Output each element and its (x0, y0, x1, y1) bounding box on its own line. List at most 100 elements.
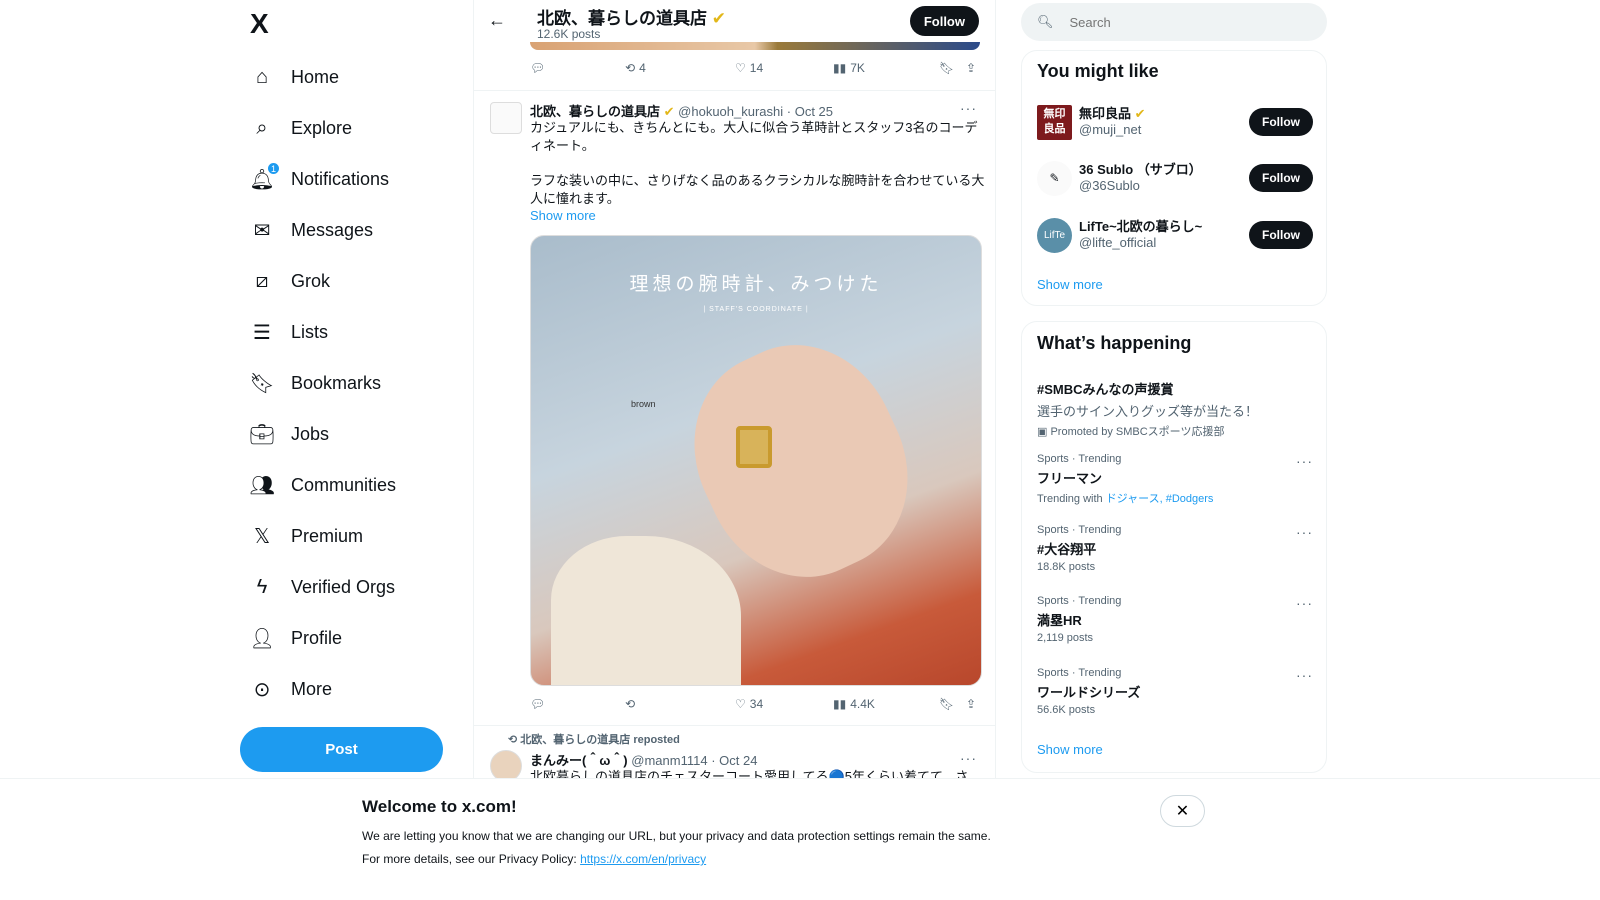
sidebar-item-explore[interactable]: ⌕ Explore (240, 103, 396, 154)
back-arrow-icon[interactable]: ← (488, 10, 506, 31)
sidebar-item-label: Notifications (291, 169, 390, 189)
sidebar-item-verified-orgs[interactable]: ϟ Verified Orgs (240, 562, 396, 613)
promoted-trend[interactable]: #SMBCみんなの声援賞 選手のサイン入りグッズ等が当たる！ ▣ Promote… (1037, 376, 1313, 439)
x-logo[interactable]: X (250, 8, 269, 40)
image-subcaption: | STAFF'S COORDINATE | (703, 306, 809, 313)
tweet-actions: 💬︎ ⟲ 4 ♡ 14 ▮▮ 7K 🔖︎ ⇪ (530, 61, 980, 75)
sidebar-item-label: Grok (291, 271, 331, 291)
sidebar-item-communities[interactable]: 👥︎ Communities (240, 460, 396, 511)
reply-button[interactable]: 💬︎ (530, 697, 625, 711)
follow-button[interactable]: Follow (909, 6, 979, 36)
trend-item[interactable]: Sports · Trending ワールドシリーズ 56.6K posts ·… (1037, 667, 1313, 716)
privacy-link[interactable]: https://x.com/en/privacy (580, 852, 706, 866)
trend-item[interactable]: Sports · Trending #大谷翔平 18.8K posts ··· (1037, 524, 1313, 573)
like-button[interactable]: ♡ 34 (735, 697, 833, 711)
close-button[interactable]: ✕ (1160, 795, 1205, 827)
follow-button[interactable]: Follow (1249, 108, 1313, 136)
tweet-header: 北欧、暮らしの道具店 ✔ @hokuoh_kurashi · Oct 25 (530, 104, 834, 119)
avatar[interactable] (490, 750, 522, 780)
retweet-button[interactable]: ⟲ 4 (625, 61, 735, 75)
grok-icon: ⧄ (255, 270, 269, 292)
person-icon: 👤︎ (249, 628, 275, 650)
bookmark-icon[interactable]: 🔖︎ (939, 697, 966, 711)
banner-title: Welcome to x.com! (362, 797, 517, 816)
bookmark-icon: 🔖︎ (249, 373, 275, 395)
header-image-strip (530, 42, 980, 50)
more-icon[interactable]: ··· (1296, 453, 1313, 469)
sidebar-item-label: Communities (291, 475, 397, 495)
suggested-user[interactable]: 無印 良品 無印良品 ✔ @muji_net Follow (1037, 103, 1313, 143)
post-count: 12.6K posts (537, 27, 601, 41)
promoted-icon: ▣ (1037, 426, 1048, 438)
show-more-link[interactable]: Show more (1037, 277, 1103, 292)
views-button[interactable]: ▮▮ 4.4K (833, 697, 939, 711)
sidebar-item-bookmarks[interactable]: 🔖︎ Bookmarks (240, 358, 396, 409)
trend-item[interactable]: Sports · Trending フリーマン Trending with ドジ… (1037, 453, 1313, 506)
verified-icon: ✔ (711, 9, 726, 28)
sidebar-item-label: Premium (291, 526, 364, 546)
suggested-user[interactable]: LifTe LifTe~北欧の暮らし~ @lifte_official Foll… (1037, 216, 1313, 256)
repost-label: ⟲ 北欧、暮らしの道具店 reposted (508, 734, 680, 746)
avatar[interactable]: ✎ (1037, 161, 1072, 196)
sidebar-item-label: Profile (291, 628, 343, 648)
reply-button[interactable]: 💬︎ (530, 61, 625, 75)
image-sweater (551, 536, 741, 685)
search-box[interactable]: 🔍︎ (1021, 3, 1327, 41)
show-more-link[interactable]: Show more (1037, 742, 1103, 757)
show-more-link[interactable]: Show more (530, 207, 985, 225)
more-icon[interactable]: ··· (1296, 595, 1313, 611)
avatar[interactable]: LifTe (1037, 218, 1072, 253)
follow-button[interactable]: Follow (1249, 164, 1313, 192)
post-button[interactable]: Post (240, 727, 443, 772)
list-icon: ☰ (253, 322, 271, 344)
sidebar-item-label: Home (291, 67, 340, 87)
banner-text: For more details, see our Privacy Policy… (362, 852, 707, 866)
views-button[interactable]: ▮▮ 7K (833, 61, 939, 75)
tweet-actions: 💬︎ ⟲ ♡ 34 ▮▮ 4.4K 🔖︎ ⇪ (530, 697, 980, 711)
more-icon[interactable]: ··· (960, 100, 977, 116)
sidebar-item-premium[interactable]: 𝕏 Premium (240, 511, 396, 562)
sidebar-item-messages[interactable]: ✉ Messages (240, 205, 396, 256)
sidebar-item-label: Verified Orgs (291, 577, 396, 597)
tweet-text: カジュアルにも、きちんとにも。大人に似合う革時計とスタッフ3名のコーディネート。 (530, 120, 978, 153)
people-icon: 👥︎ (249, 475, 275, 497)
x-icon: 𝕏 (253, 526, 271, 548)
divider (474, 725, 995, 726)
envelope-icon: ✉ (253, 220, 271, 242)
sidebar-item-label: Lists (291, 322, 329, 342)
like-button[interactable]: ♡ 14 (735, 61, 833, 75)
search-icon: 🔍︎ (1037, 14, 1054, 29)
verified-icon: ✔ (1134, 106, 1146, 121)
more-icon[interactable]: ··· (1296, 524, 1313, 540)
tweet-image[interactable]: 理想の腕時計、みつけた | STAFF'S COORDINATE | brown (530, 235, 982, 686)
avatar[interactable]: 無印 良品 (1037, 105, 1072, 140)
profile-header: ← 北欧、暮らしの道具店 ✔ 12.6K posts Follow (474, 0, 995, 50)
sidebar-item-profile[interactable]: 👤︎ Profile (240, 613, 396, 664)
sidebar-item-home[interactable]: ⌂ Home (240, 52, 396, 103)
you-might-like: You might like 無印 良品 無印良品 ✔ @muji_net Fol… (1021, 50, 1327, 306)
share-icon[interactable]: ⇪ (966, 697, 976, 711)
bookmark-icon[interactable]: 🔖︎ (939, 61, 966, 75)
suggested-user[interactable]: ✎ 36 Sublo （サブロ） @36Sublo Follow (1037, 159, 1313, 199)
image-watch (736, 426, 772, 468)
avatar[interactable] (490, 102, 522, 134)
sidebar-item-more[interactable]: ⊙ More (240, 664, 396, 715)
retweet-button[interactable]: ⟲ (625, 697, 735, 711)
verified-icon: ✔ (663, 104, 675, 119)
sidebar-item-notifications[interactable]: 🔔︎ 1 Notifications (240, 154, 396, 205)
sidebar-item-jobs[interactable]: 💼︎ Jobs (240, 409, 396, 460)
search-input[interactable] (1069, 14, 1290, 30)
bell-icon: 🔔︎ 1 (249, 161, 280, 192)
home-icon: ⌂ (255, 66, 269, 88)
follow-button[interactable]: Follow (1249, 221, 1313, 249)
sidebar-item-grok[interactable]: ⧄ Grok (240, 256, 396, 307)
more-icon[interactable]: ··· (960, 750, 977, 766)
welcome-banner: Welcome to x.com! We are letting you kno… (0, 778, 1600, 900)
tweet-header: まんみー(＾ω＾) @manm1114 · Oct 24 (530, 753, 758, 768)
lightning-icon: ϟ (256, 576, 268, 598)
trend-item[interactable]: Sports · Trending 満塁HR 2,119 posts ··· (1037, 595, 1313, 644)
sidebar-item-label: Explore (291, 118, 353, 138)
sidebar-item-lists[interactable]: ☰ Lists (240, 307, 396, 358)
more-icon[interactable]: ··· (1296, 667, 1313, 683)
share-icon[interactable]: ⇪ (966, 61, 976, 75)
